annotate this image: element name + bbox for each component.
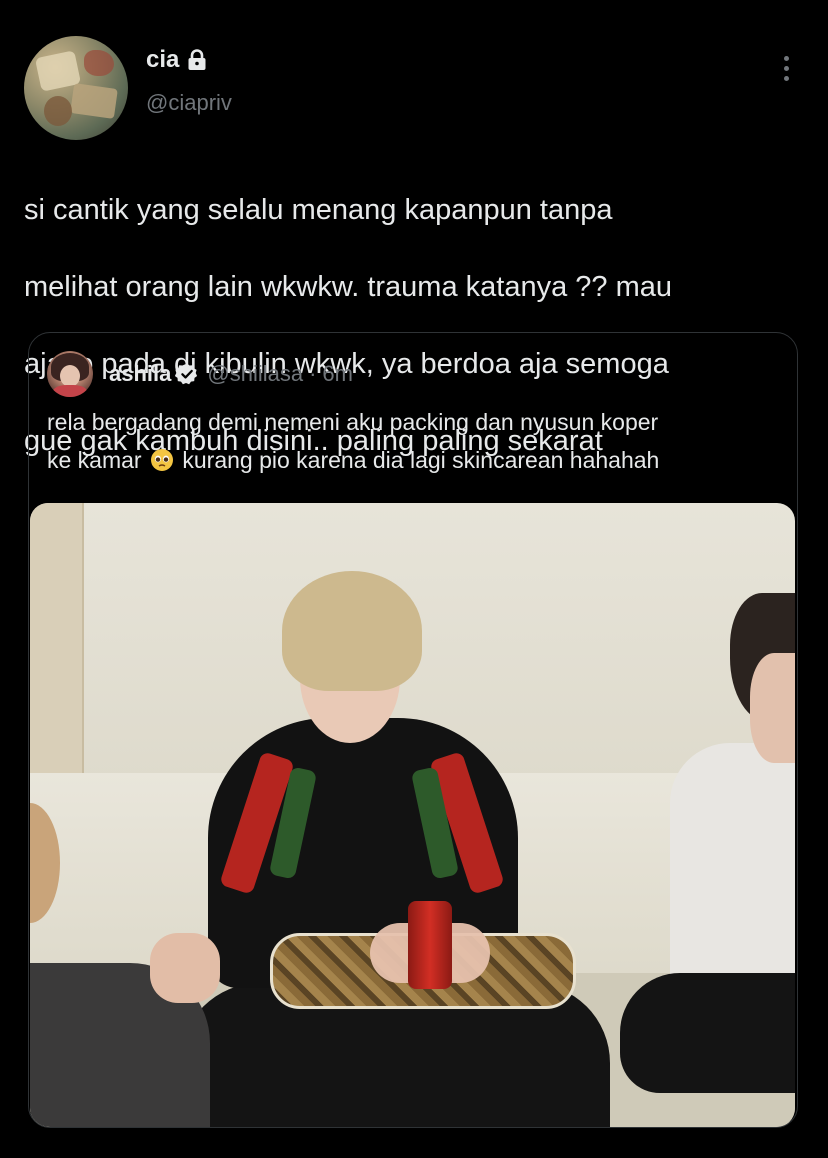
lock-icon xyxy=(187,49,207,71)
quote-text-part: rela bergadang demi nemeni aku packing d… xyxy=(47,409,659,435)
separator-dot: · xyxy=(309,361,317,386)
photo-detail xyxy=(150,933,220,1003)
quote-author-avatar[interactable] xyxy=(47,351,93,397)
verified-badge-icon xyxy=(175,362,199,386)
quote-media-photo[interactable] xyxy=(30,503,795,1127)
pleading-face-icon xyxy=(150,445,174,471)
author-avatar[interactable] xyxy=(24,36,128,140)
author-handle[interactable]: @ciapriv xyxy=(146,90,232,116)
avatar-art xyxy=(44,96,72,126)
quote-tweet-card[interactable]: ashila @shiilasa · 6m rela bergadang dem… xyxy=(28,332,798,1128)
photo-detail xyxy=(282,571,422,691)
author-name-row[interactable]: cia xyxy=(146,46,207,74)
photo-detail xyxy=(750,653,795,763)
avatar-art xyxy=(70,83,118,119)
tweet-text-line: si cantik yang selalu menang kapanpun ta… xyxy=(24,193,613,226)
photo-detail xyxy=(620,973,795,1093)
quote-text-part: kurang pio karena dia lagi skincarean ha… xyxy=(182,447,660,473)
photo-detail xyxy=(408,901,452,989)
quote-timestamp[interactable]: 6m xyxy=(322,361,353,387)
quote-text: rela bergadang demi nemeni aku packing d… xyxy=(47,403,782,479)
tweet-text-line: melihat orang lain wkwkw. trauma katanya… xyxy=(24,270,672,303)
more-options-icon[interactable] xyxy=(770,50,802,86)
quote-display-name[interactable]: ashila xyxy=(109,361,171,387)
quote-text-part: ke kamar xyxy=(47,447,142,473)
photo-detail xyxy=(30,503,84,783)
quote-header: ashila @shiilasa · 6m xyxy=(109,361,353,387)
tweet-page: cia @ciapriv si cantik yang selalu menan… xyxy=(0,0,828,1158)
avatar-art xyxy=(84,50,114,76)
author-display-name[interactable]: cia xyxy=(146,46,179,74)
quote-handle[interactable]: @shiilasa xyxy=(207,361,303,387)
